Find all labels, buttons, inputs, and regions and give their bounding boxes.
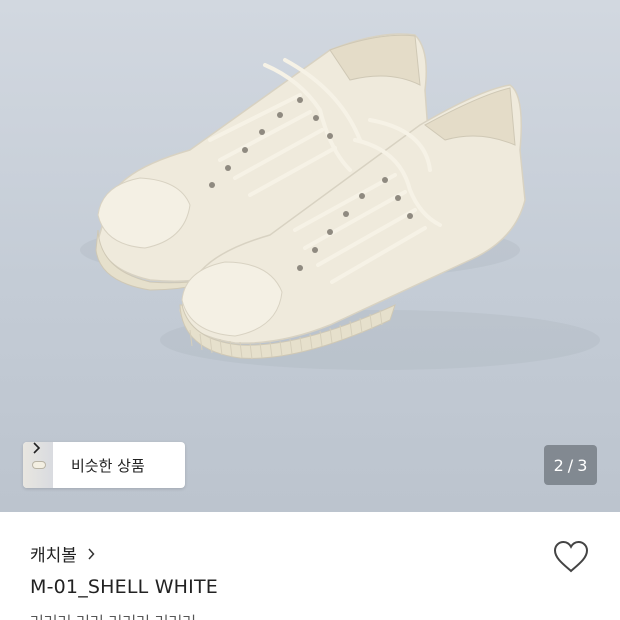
sneakers-illustration <box>80 33 600 370</box>
product-name: M-01_SHELL WHITE <box>30 576 218 598</box>
similar-items-button[interactable]: 비슷한 상품 <box>23 442 185 488</box>
pager-separator: / <box>567 455 574 475</box>
pager-total: 3 <box>577 455 588 475</box>
image-pager: 2 / 3 <box>544 445 597 485</box>
chevron-right-icon <box>88 547 95 560</box>
brand-name: 캐치볼 <box>30 546 77 566</box>
pager-current: 2 <box>553 455 564 475</box>
brand-link[interactable]: 캐치볼 <box>30 541 95 566</box>
product-image[interactable]: 비슷한 상품 2 / 3 <box>0 0 620 512</box>
similar-items-label: 비슷한 상품 <box>71 456 145 475</box>
heart-outline-icon[interactable] <box>553 540 589 574</box>
chevron-right-icon <box>33 442 41 454</box>
product-subtext-partial: 러러러 러러 러러러 러러러 <box>30 612 196 620</box>
